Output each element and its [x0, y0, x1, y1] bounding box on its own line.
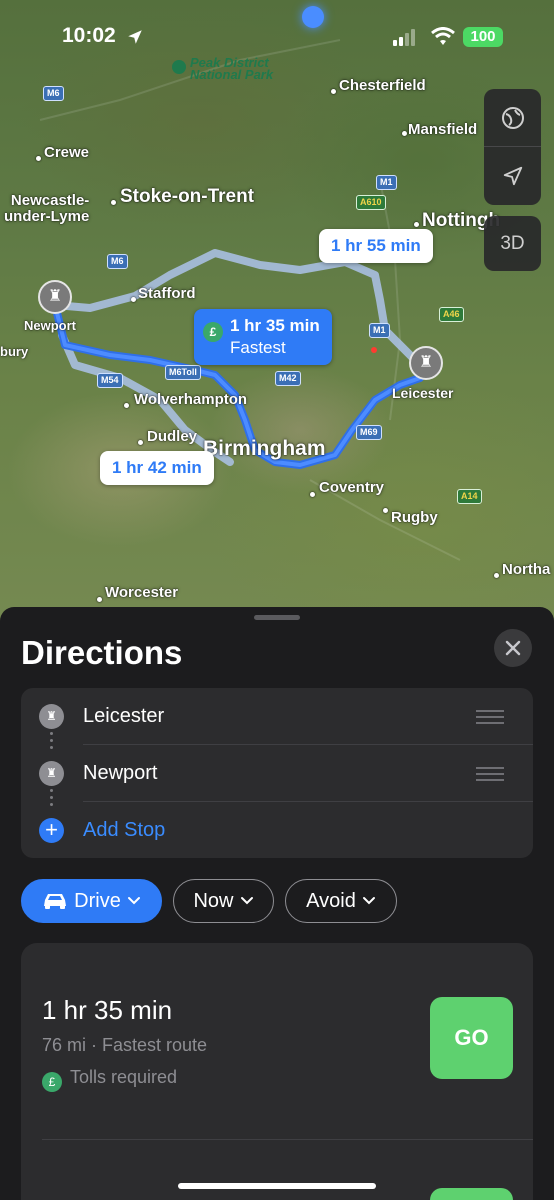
- map-controls: 3D: [484, 89, 541, 271]
- directions-sheet[interactable]: Directions ♜ Leicester ♜ Newport + Add S…: [0, 607, 554, 1200]
- 3d-toggle-button[interactable]: 3D: [484, 216, 541, 271]
- add-stop-label: Add Stop: [83, 819, 166, 841]
- divider: [42, 1139, 533, 1140]
- location-services-icon: [128, 30, 142, 44]
- chevron-down-icon: [127, 897, 140, 905]
- place-dudley: Dudley: [147, 428, 198, 445]
- go-button-secondary[interactable]: [430, 1188, 513, 1200]
- road-shield: M1: [376, 175, 397, 190]
- place-stafford: Stafford: [138, 285, 196, 302]
- place-bury: bury: [0, 344, 29, 359]
- callout-time: 1 hr 55 min: [331, 236, 421, 255]
- place-coventry: Coventry: [319, 479, 385, 496]
- sheet-title: Directions: [21, 634, 183, 671]
- place-crewe: Crewe: [44, 144, 90, 161]
- destination-pin-leicester[interactable]: ♜: [409, 346, 443, 380]
- close-button[interactable]: [494, 629, 532, 667]
- close-icon: [505, 640, 521, 656]
- place-newport: Newport: [24, 318, 76, 333]
- 3d-label: 3D: [500, 232, 525, 254]
- plus-icon: +: [39, 818, 64, 843]
- road-shield: M1: [369, 323, 390, 338]
- sheet-grabber[interactable]: [254, 615, 300, 620]
- go-label: GO: [454, 1025, 489, 1050]
- road-shield: M42: [275, 371, 301, 386]
- place-northampton: Northa: [502, 561, 551, 578]
- status-time: 10:02: [62, 24, 116, 47]
- road-shield: M54: [97, 373, 123, 388]
- landmark-icon: ♜: [39, 761, 64, 786]
- car-icon: [44, 894, 67, 909]
- avoid-label: Avoid: [306, 889, 356, 912]
- route-callout-alt-north[interactable]: 1 hr 55 min: [319, 229, 433, 263]
- route-duration: 1 hr 35 min: [42, 995, 173, 1025]
- place-birmingham: Birmingham: [203, 437, 326, 460]
- place-newcastle: Newcastle- under-Lyme: [4, 192, 90, 225]
- route-callout-fastest[interactable]: £ 1 hr 35 min Fastest: [194, 309, 332, 365]
- avoid-options-button[interactable]: Avoid: [285, 879, 397, 923]
- stop-row-destination[interactable]: ♜ Newport: [21, 745, 533, 802]
- road-shield: A46: [439, 307, 464, 322]
- road-shield: A14: [457, 489, 482, 504]
- callout-time: 1 hr 42 min: [112, 458, 202, 477]
- go-button[interactable]: GO: [430, 997, 513, 1079]
- toll-icon: £: [203, 322, 223, 342]
- map-view[interactable]: Peak District National Park Chesterfield…: [0, 0, 554, 640]
- stop-row-origin[interactable]: ♜ Leicester: [21, 688, 533, 745]
- origin-pin-newport[interactable]: ♜: [38, 280, 72, 314]
- road-shield: M69: [356, 425, 382, 440]
- stop-label: Leicester: [83, 705, 165, 727]
- landmark-icon: ♜: [418, 354, 434, 371]
- road-shield: M6Toll: [165, 365, 201, 380]
- toll-icon: £: [42, 1072, 62, 1092]
- landmark-icon: ♜: [39, 704, 64, 729]
- drive-mode-button[interactable]: Drive: [21, 879, 162, 923]
- road-shield: M6: [43, 86, 64, 101]
- tolls-info: £ Tolls required: [42, 1067, 177, 1092]
- place-chesterfield: Chesterfield: [339, 77, 426, 94]
- road-shield: M6: [107, 254, 128, 269]
- place-stoke: Stoke-on-Trent: [120, 186, 255, 207]
- reorder-handle-icon[interactable]: [476, 767, 504, 781]
- chevron-down-icon: [240, 897, 253, 905]
- stops-list: ♜ Leicester ♜ Newport + Add Stop: [21, 688, 533, 858]
- callout-time: 1 hr 35 min: [230, 316, 320, 335]
- route-callout-alt-south[interactable]: 1 hr 42 min: [100, 451, 214, 485]
- place-worcester: Worcester: [105, 584, 179, 601]
- callout-subtitle: Fastest: [230, 338, 286, 357]
- place-mansfield: Mansfield: [408, 121, 478, 138]
- route-details: 76 mi · Fastest route: [42, 1035, 208, 1055]
- locate-me-button[interactable]: [484, 147, 541, 205]
- wifi-icon: [431, 27, 455, 45]
- stop-label: Newport: [83, 762, 158, 784]
- drive-label: Drive: [74, 889, 121, 912]
- tolls-label: Tolls required: [70, 1067, 178, 1087]
- globe-icon: [501, 106, 524, 129]
- reorder-handle-icon[interactable]: [476, 710, 504, 724]
- add-stop-button[interactable]: + Add Stop: [21, 802, 533, 859]
- home-indicator[interactable]: [178, 1183, 376, 1189]
- departure-time-button[interactable]: Now: [173, 879, 274, 923]
- road-shield: A610: [356, 195, 386, 210]
- landmark-icon: ♜: [47, 288, 63, 305]
- route-option-card[interactable]: 1 hr 35 min 76 mi · Fastest route £ Tolls…: [21, 943, 533, 1200]
- cellular-signal-icon: [393, 29, 415, 46]
- place-leicester: Leicester: [392, 385, 454, 401]
- chevron-down-icon: [362, 897, 375, 905]
- status-bar: 10:02 100: [0, 0, 554, 70]
- location-arrow-icon: [503, 166, 522, 186]
- map-mode-button[interactable]: [484, 89, 541, 147]
- place-wolverhampton: Wolverhampton: [134, 391, 248, 408]
- now-label: Now: [193, 889, 234, 912]
- place-rugby: Rugby: [391, 509, 438, 526]
- battery-indicator: 100: [463, 27, 503, 47]
